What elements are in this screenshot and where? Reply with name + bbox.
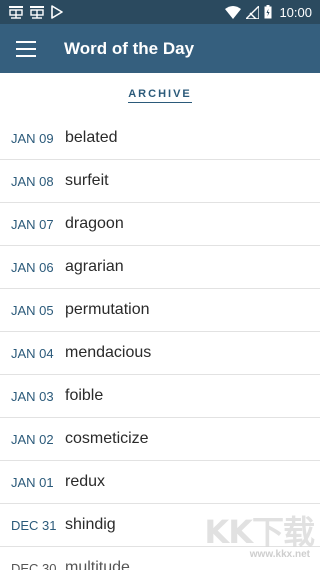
list-item[interactable]: JAN 09 belated — [0, 117, 320, 160]
list-item[interactable]: JAN 06 agrarian — [0, 246, 320, 289]
word-title: foible — [65, 387, 104, 404]
word-title: cosmeticize — [65, 430, 149, 447]
word-title: surfeit — [65, 172, 109, 189]
notification-icon — [8, 5, 24, 19]
hamburger-menu-icon[interactable] — [16, 40, 36, 57]
word-date: JAN 01 — [11, 474, 54, 490]
word-date: JAN 07 — [11, 216, 54, 232]
word-title: agrarian — [65, 258, 124, 275]
signal-icon — [246, 5, 260, 19]
archive-label: ARCHIVE — [128, 88, 192, 103]
word-date: DEC 30 — [11, 560, 57, 570]
word-title: mendacious — [65, 344, 152, 361]
list-item[interactable]: JAN 02 cosmeticize — [0, 418, 320, 461]
status-bar: 10:00 — [0, 0, 320, 24]
word-date: JAN 02 — [11, 431, 54, 447]
word-title: belated — [65, 129, 118, 146]
wifi-icon — [225, 5, 242, 19]
list-item[interactable]: JAN 04 mendacious — [0, 332, 320, 375]
list-item[interactable]: JAN 01 redux — [0, 461, 320, 504]
word-date: JAN 06 — [11, 259, 54, 275]
battery-icon — [264, 5, 272, 19]
status-right: 10:00 — [225, 5, 312, 20]
notification-icon — [29, 5, 45, 19]
page-title: Word of the Day — [64, 38, 195, 58]
list-item[interactable]: JAN 03 foible — [0, 375, 320, 418]
word-date: DEC 31 — [11, 517, 57, 533]
word-list: JAN 09 belated JAN 08 surfeit JAN 07 dra… — [0, 117, 320, 570]
list-item[interactable]: JAN 07 dragoon — [0, 203, 320, 246]
list-item[interactable]: JAN 08 surfeit — [0, 160, 320, 203]
list-item[interactable]: JAN 05 permutation — [0, 289, 320, 332]
word-date: JAN 09 — [11, 130, 54, 146]
phone-screen: 10:00 Word of the Day ARCHIVE JAN 09 bel… — [0, 0, 320, 570]
list-item[interactable]: DEC 30 multitude — [0, 547, 320, 570]
word-date: JAN 05 — [11, 302, 54, 318]
status-left — [8, 5, 64, 19]
word-title: permutation — [65, 301, 150, 318]
word-title: multitude — [65, 559, 130, 570]
list-item[interactable]: DEC 31 shindig — [0, 504, 320, 547]
word-title: shindig — [65, 516, 116, 533]
clock: 10:00 — [279, 4, 312, 20]
app-bar: Word of the Day — [0, 24, 320, 73]
archive-header: ARCHIVE — [0, 73, 320, 117]
word-title: dragoon — [65, 215, 124, 232]
word-date: JAN 08 — [11, 173, 54, 189]
word-date: JAN 03 — [11, 388, 54, 404]
word-title: redux — [65, 473, 106, 490]
word-date: JAN 04 — [11, 345, 54, 361]
play-store-icon — [50, 5, 64, 19]
